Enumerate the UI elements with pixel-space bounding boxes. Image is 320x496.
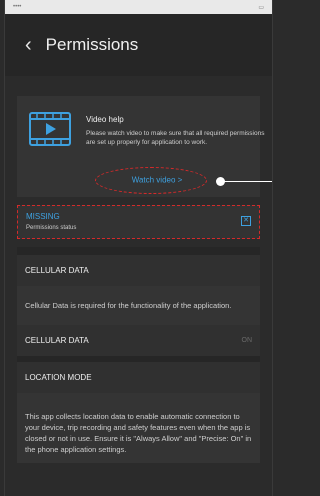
location-section-header: LOCATION MODE <box>17 362 260 393</box>
permissions-status-row[interactable]: MISSING Permissions status ✕ <box>17 205 260 239</box>
spacer <box>5 76 272 96</box>
square-x-icon: ✕ <box>241 216 251 226</box>
divider <box>17 247 260 255</box>
video-play-icon <box>29 112 71 146</box>
cellular-data-row[interactable]: CELLULAR DATA ON <box>17 325 260 356</box>
watch-video-link[interactable]: Watch video > <box>110 176 204 185</box>
status-caption: Permissions status <box>26 225 77 231</box>
page-title: Permissions <box>45 35 139 54</box>
video-help-title: Video help <box>86 115 124 124</box>
top-bar: ‹ Permissions <box>5 14 272 76</box>
cellular-section-header: CELLULAR DATA <box>17 255 260 286</box>
video-help-description: Please watch video to make sure that all… <box>86 130 265 146</box>
permissions-screen: •••• ▭ ‹ Permissions Video help Please w… <box>4 0 273 496</box>
annotation-pointer-line <box>223 181 272 182</box>
status-badge: MISSING <box>26 212 60 221</box>
cellular-description: Cellular Data is required for the functi… <box>17 286 260 325</box>
cellular-row-label: CELLULAR DATA <box>25 336 89 345</box>
cellular-row-value: ON <box>241 337 253 344</box>
battery-icon: ▭ <box>258 4 264 11</box>
signal-icon: •••• <box>13 4 22 10</box>
back-chevron-icon[interactable]: ‹ <box>25 35 32 55</box>
video-help-card: Video help Please watch video to make su… <box>17 96 272 197</box>
location-description: This app collects location data to enabl… <box>17 393 260 463</box>
status-bar: •••• ▭ <box>5 0 272 14</box>
